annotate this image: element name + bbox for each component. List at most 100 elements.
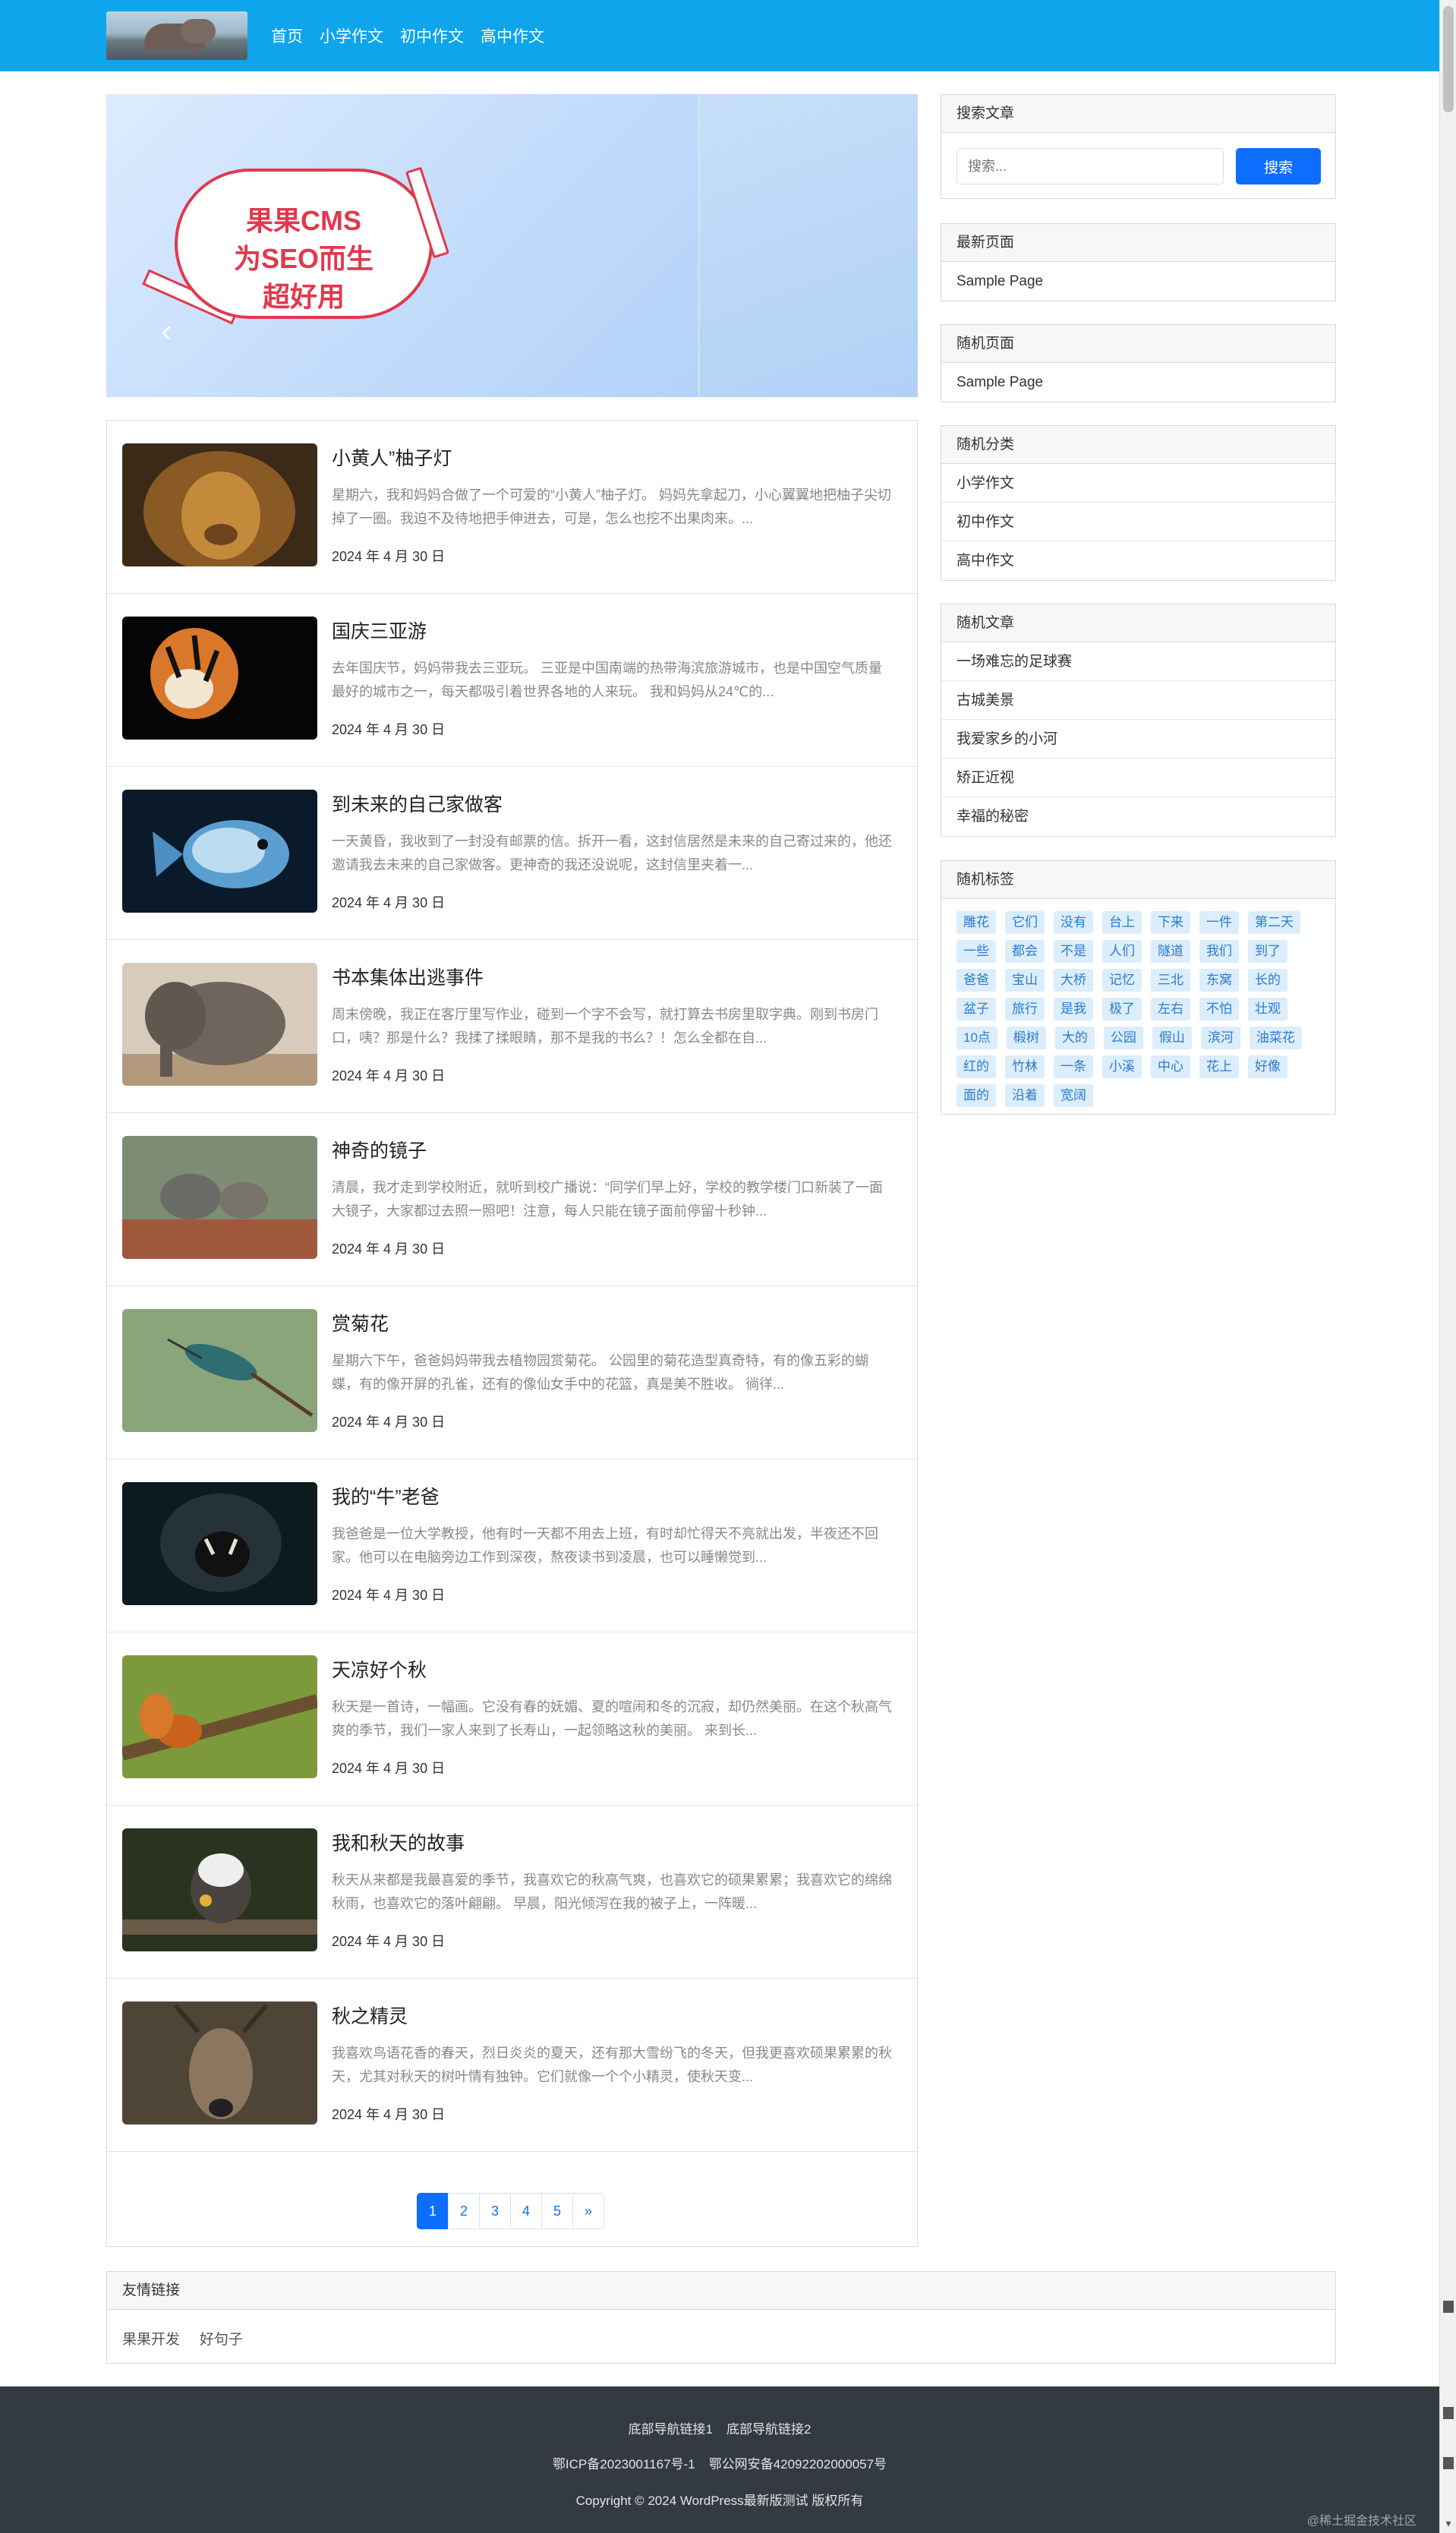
tag-link[interactable]: 台上	[1102, 911, 1142, 934]
banner-line-3: 超好用	[262, 281, 345, 312]
tag-link[interactable]: 椴树	[1006, 1027, 1046, 1049]
post-title[interactable]: 到未来的自己家做客	[332, 790, 503, 817]
banner-carousel[interactable]: 果果CMS 为SEO而生 超好用 ‹ ›	[106, 94, 918, 397]
nav-home[interactable]: 首页	[271, 24, 303, 47]
tag-link[interactable]: 壮观	[1248, 998, 1287, 1020]
article-link[interactable]: 我爱家乡的小河	[941, 720, 1335, 759]
random-page-link[interactable]: Sample Page	[941, 363, 1335, 402]
tag-link[interactable]: 宝山	[1005, 969, 1045, 992]
post-thumbnail-roaring-animal[interactable]	[122, 1482, 317, 1605]
tag-link[interactable]: 旅行	[1005, 998, 1045, 1020]
tag-link[interactable]: 大桥	[1054, 969, 1093, 992]
nav-middle-school[interactable]: 初中作文	[400, 24, 464, 47]
tag-link[interactable]: 东窝	[1199, 969, 1239, 992]
tag-link[interactable]: 都会	[1005, 940, 1045, 963]
post-thumbnail-squirrel[interactable]	[122, 1136, 317, 1259]
friend-link[interactable]: 好句子	[200, 2328, 243, 2348]
footer-nav-link[interactable]: 底部导航链接1	[629, 2418, 713, 2437]
tag-link[interactable]: 公园	[1103, 1027, 1143, 1049]
tag-link[interactable]: 记忆	[1102, 969, 1142, 992]
post-title[interactable]: 我的“牛”老爸	[332, 1482, 440, 1509]
tag-link[interactable]: 第二天	[1248, 911, 1300, 934]
tag-link[interactable]: 面的	[956, 1084, 996, 1107]
tag-link[interactable]: 长的	[1248, 969, 1287, 992]
nav-primary-school[interactable]: 小学作文	[320, 24, 383, 47]
tag-link[interactable]: 宽阔	[1054, 1084, 1093, 1107]
tag-link[interactable]: 不是	[1054, 940, 1093, 963]
tag-link[interactable]: 红的	[956, 1055, 996, 1078]
carousel-prev-icon[interactable]: ‹	[161, 314, 172, 348]
post-thumbnail-hummingbird[interactable]	[122, 1309, 317, 1432]
article-link[interactable]: 一场难忘的足球赛	[941, 642, 1335, 681]
article-link[interactable]: 古城美景	[941, 681, 1335, 720]
post-title[interactable]: 书本集体出逃事件	[332, 963, 484, 990]
tag-link[interactable]: 隧道	[1151, 940, 1190, 963]
page-link-2[interactable]: 2	[448, 2193, 480, 2229]
tag-link[interactable]: 人们	[1102, 940, 1142, 963]
category-link[interactable]: 高中作文	[941, 541, 1335, 580]
post-title[interactable]: 小黄人”柚子灯	[332, 443, 452, 471]
tag-link[interactable]: 滨河	[1200, 1027, 1240, 1049]
search-button[interactable]: 搜索	[1236, 148, 1321, 185]
tag-link[interactable]: 假山	[1152, 1027, 1192, 1049]
page-link-5[interactable]: 5	[541, 2193, 573, 2229]
tag-link[interactable]: 它们	[1005, 911, 1045, 934]
tag-link[interactable]: 油菜花	[1249, 1027, 1302, 1049]
article-link[interactable]: 矫正近视	[941, 759, 1335, 797]
tag-link[interactable]: 沿着	[1005, 1084, 1045, 1107]
tag-link[interactable]: 大的	[1054, 1027, 1095, 1049]
tag-link[interactable]: 一条	[1054, 1055, 1093, 1078]
page-link-4[interactable]: 4	[510, 2193, 542, 2229]
tag-link[interactable]: 到了	[1248, 940, 1287, 963]
page-next-link[interactable]: »	[572, 2193, 604, 2229]
category-link[interactable]: 小学作文	[941, 464, 1335, 503]
article-link[interactable]: 幸福的秘密	[941, 797, 1335, 836]
page-link-1[interactable]: 1	[417, 2193, 449, 2229]
tag-link[interactable]: 没有	[1054, 911, 1093, 934]
tag-link[interactable]: 一件	[1199, 911, 1239, 934]
tag-link[interactable]: 不怕	[1199, 998, 1239, 1020]
scrollbar-thumb[interactable]	[1443, 6, 1454, 112]
tag-link[interactable]: 中心	[1151, 1055, 1190, 1078]
page-scrollbar[interactable]: ▾	[1439, 0, 1456, 2533]
post-thumbnail-deer[interactable]	[122, 2001, 317, 2125]
page-link-3[interactable]: 3	[479, 2193, 511, 2229]
tag-link[interactable]: 10点	[956, 1027, 997, 1049]
tag-link[interactable]: 盆子	[956, 998, 996, 1020]
police-record-link[interactable]: 鄂公网安备42092202000057号	[709, 2453, 887, 2472]
tag-link[interactable]: 下来	[1151, 911, 1190, 934]
post-thumbnail-tiger[interactable]	[122, 617, 317, 740]
post-title[interactable]: 神奇的镜子	[332, 1136, 427, 1163]
tag-link[interactable]: 小溪	[1102, 1055, 1142, 1078]
search-input[interactable]	[956, 148, 1224, 185]
tag-link[interactable]: 是我	[1054, 998, 1093, 1020]
post-title[interactable]: 国庆三亚游	[332, 617, 427, 644]
category-link[interactable]: 初中作文	[941, 503, 1335, 541]
tag-link[interactable]: 好像	[1248, 1055, 1287, 1078]
tag-link[interactable]: 雕花	[956, 911, 996, 934]
post-title[interactable]: 赏菊花	[332, 1309, 389, 1336]
friend-link[interactable]: 果果开发	[122, 2328, 180, 2348]
tag-link[interactable]: 一些	[956, 940, 996, 963]
post-thumbnail-monkey[interactable]	[122, 1828, 317, 1951]
tag-link[interactable]: 爸爸	[956, 969, 996, 992]
site-logo[interactable]	[106, 11, 247, 60]
nav-high-school[interactable]: 高中作文	[481, 24, 544, 47]
post-title[interactable]: 天凉好个秋	[332, 1655, 427, 1683]
footer-nav-link[interactable]: 底部导航链接2	[726, 2418, 811, 2437]
post-thumbnail-lion[interactable]	[122, 443, 317, 566]
tag-link[interactable]: 竹林	[1005, 1055, 1045, 1078]
tag-link[interactable]: 我们	[1199, 940, 1239, 963]
latest-page-link[interactable]: Sample Page	[941, 262, 1335, 301]
post-thumbnail-red-squirrel[interactable]	[122, 1655, 317, 1778]
post-title[interactable]: 秋之精灵	[332, 2001, 408, 2029]
tag-link[interactable]: 左右	[1151, 998, 1190, 1020]
scroll-down-arrow-icon[interactable]: ▾	[1443, 2518, 1454, 2528]
tag-link[interactable]: 三北	[1151, 969, 1190, 992]
icp-record-link[interactable]: 鄂ICP备2023001167号-1	[553, 2453, 695, 2472]
post-thumbnail-fish[interactable]	[122, 790, 317, 913]
post-thumbnail-elephant[interactable]	[122, 963, 317, 1086]
post-title[interactable]: 我和秋天的故事	[332, 1828, 465, 1856]
tag-link[interactable]: 花上	[1199, 1055, 1239, 1078]
tag-link[interactable]: 极了	[1102, 998, 1142, 1020]
